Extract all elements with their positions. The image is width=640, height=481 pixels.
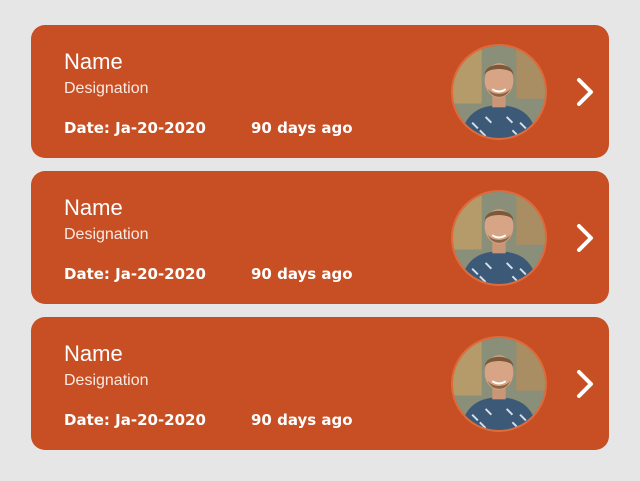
person-photo-icon — [453, 338, 545, 430]
avatar — [451, 336, 547, 432]
chevron-right-icon[interactable] — [571, 75, 599, 109]
item-time-ago: 90 days ago — [251, 119, 353, 137]
item-name: Name — [64, 49, 123, 74]
item-name: Name — [64, 195, 123, 220]
chevron-right-icon[interactable] — [571, 367, 599, 401]
person-photo-icon — [453, 46, 545, 138]
chevron-right-icon[interactable] — [571, 221, 599, 255]
list-item-card[interactable]: Name Designation Date: Ja-20-2020 90 day… — [31, 317, 609, 450]
avatar — [451, 44, 547, 140]
item-designation: Designation — [64, 226, 149, 243]
avatar — [451, 190, 547, 286]
item-date: Date: Ja-20-2020 — [64, 265, 206, 283]
person-photo-icon — [453, 192, 545, 284]
list-item-card[interactable]: Name Designation Date: Ja-20-2020 90 day… — [31, 171, 609, 304]
item-time-ago: 90 days ago — [251, 265, 353, 283]
item-designation: Designation — [64, 80, 149, 97]
item-date: Date: Ja-20-2020 — [64, 411, 206, 429]
item-designation: Designation — [64, 372, 149, 389]
item-date: Date: Ja-20-2020 — [64, 119, 206, 137]
item-name: Name — [64, 341, 123, 366]
list-item-card[interactable]: Name Designation Date: Ja-20-2020 90 day… — [31, 25, 609, 158]
item-time-ago: 90 days ago — [251, 411, 353, 429]
